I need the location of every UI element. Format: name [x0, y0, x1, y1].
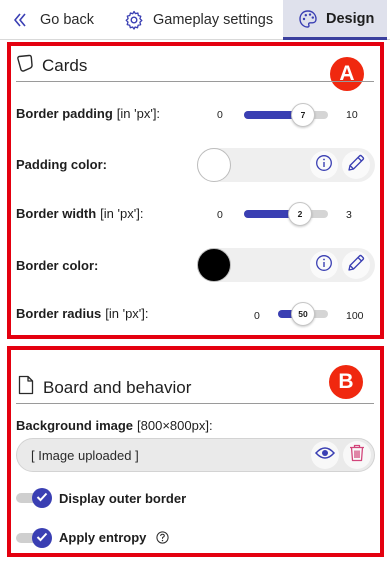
board-section-heading: Board and behavior	[18, 375, 191, 400]
entropy-label: Apply entropy	[59, 530, 147, 545]
border-padding-label: Border padding [in 'px']:	[16, 106, 160, 121]
border-padding-unit: [in 'px']:	[116, 106, 161, 121]
palette-icon	[298, 9, 318, 29]
border-width-knob[interactable]: 2	[288, 202, 312, 226]
pencil-icon	[346, 253, 366, 278]
cards-section-heading: Cards	[16, 54, 87, 77]
border-width-slider[interactable]: 2	[244, 202, 328, 226]
chevron-left-icon	[14, 12, 26, 28]
border-radius-max: 100	[346, 310, 364, 322]
help-icon[interactable]	[156, 531, 169, 544]
border-width-label: Border width [in 'px']:	[16, 206, 143, 221]
border-radius-label-text: Border radius	[16, 306, 102, 321]
background-image-unit: [800×800px]:	[137, 418, 213, 433]
background-image-value: [ Image uploaded ]	[31, 448, 139, 463]
annotation-frame-a	[7, 42, 384, 339]
padding-color-label: Padding color:	[16, 157, 107, 172]
border-color-picker	[197, 248, 375, 282]
entropy-toggle[interactable]	[16, 528, 52, 548]
border-padding-slider[interactable]: 7	[244, 103, 328, 127]
border-color-label: Border color:	[16, 258, 98, 273]
padding-color-picker	[197, 148, 375, 182]
info-icon	[315, 254, 333, 277]
border-padding-label-text: Border padding	[16, 106, 113, 121]
background-image-label: Background image [800×800px]:	[16, 418, 213, 433]
design-label: Design	[326, 10, 375, 27]
border-color-swatch[interactable]	[197, 248, 231, 282]
border-width-min: 0	[217, 209, 223, 221]
outer-border-toggle[interactable]	[16, 488, 52, 508]
entropy-toggle-thumb	[32, 528, 52, 548]
cards-divider	[16, 81, 374, 82]
border-radius-unit: [in 'px']:	[105, 306, 149, 321]
view-image-button[interactable]	[311, 441, 339, 469]
tab-gameplay-settings[interactable]: Gameplay settings	[124, 0, 273, 40]
padding-color-info-button[interactable]	[310, 151, 338, 179]
gear-icon	[124, 10, 144, 30]
border-width-unit: [in 'px']:	[100, 206, 144, 221]
pencil-icon	[346, 153, 366, 178]
border-padding-max: 10	[346, 109, 358, 121]
gameplay-settings-label: Gameplay settings	[153, 12, 274, 28]
border-radius-slider[interactable]: 50	[278, 302, 328, 326]
annotation-marker-b: B	[329, 365, 363, 399]
border-padding-min: 0	[217, 109, 223, 121]
tab-design[interactable]: Design	[283, 0, 387, 40]
eye-icon	[314, 446, 336, 465]
border-radius-min: 0	[254, 310, 260, 322]
card-icon	[16, 54, 34, 77]
go-back-tab[interactable]: Go back	[14, 0, 94, 40]
board-title: Board and behavior	[43, 377, 192, 397]
trash-icon	[349, 444, 365, 467]
border-padding-knob[interactable]: 7	[291, 103, 315, 127]
padding-color-swatch[interactable]	[197, 148, 231, 182]
go-back-label: Go back	[40, 12, 94, 28]
info-icon	[315, 154, 333, 177]
check-icon	[36, 529, 48, 547]
cards-title: Cards	[42, 55, 88, 75]
padding-color-edit-button[interactable]	[342, 151, 370, 179]
check-icon	[36, 489, 48, 507]
board-divider	[16, 403, 374, 404]
border-color-label-text: Border color:	[16, 258, 99, 273]
delete-image-button[interactable]	[343, 441, 371, 469]
background-image-field[interactable]: [ Image uploaded ]	[16, 438, 375, 472]
background-image-label-text: Background image	[16, 418, 134, 433]
border-radius-knob[interactable]: 50	[291, 302, 315, 326]
annotation-marker-a: A	[330, 57, 364, 91]
border-radius-label: Border radius [in 'px']:	[16, 306, 149, 321]
border-color-edit-button[interactable]	[342, 251, 370, 279]
outer-border-toggle-thumb	[32, 488, 52, 508]
top-tab-bar: Go back Gameplay settings Design	[0, 0, 390, 40]
file-icon	[18, 375, 34, 400]
border-width-label-text: Border width	[16, 206, 97, 221]
border-width-max: 3	[346, 209, 352, 221]
padding-color-label-text: Padding color:	[16, 157, 107, 172]
border-color-info-button[interactable]	[310, 251, 338, 279]
outer-border-label: Display outer border	[59, 491, 187, 506]
